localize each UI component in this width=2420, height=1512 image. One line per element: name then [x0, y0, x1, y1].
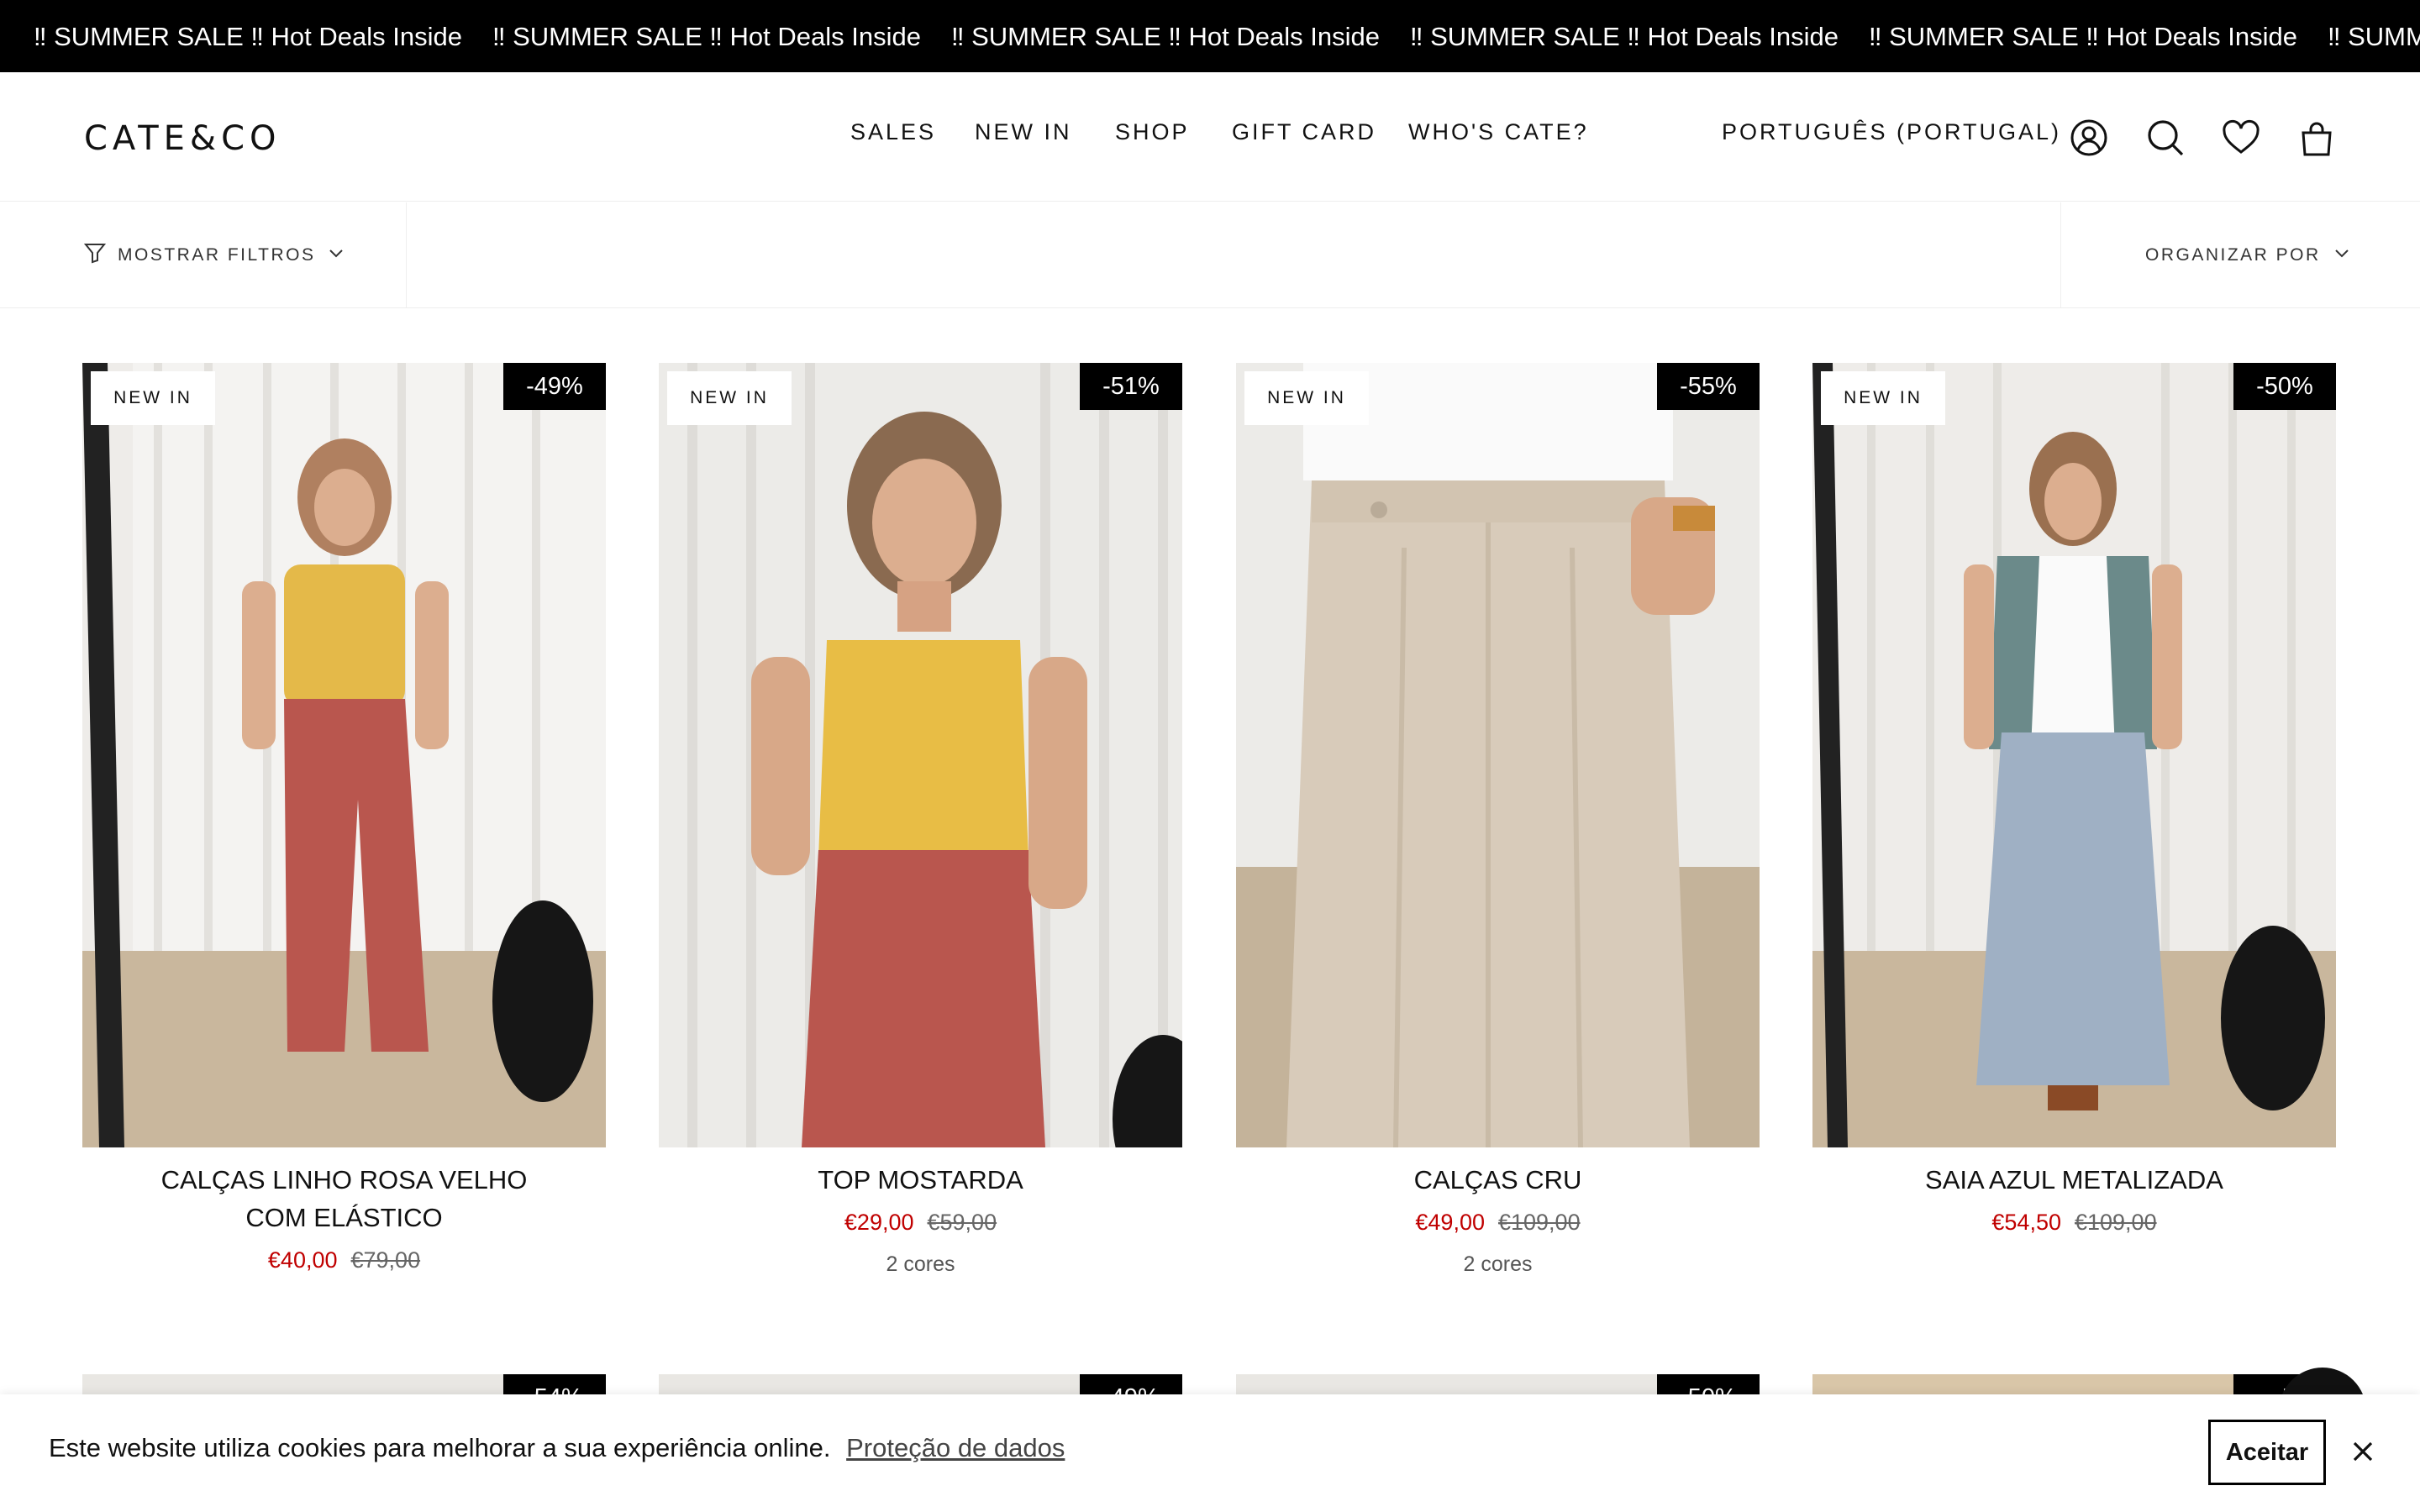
- product-prices: €49,00 €109,00: [1236, 1205, 1760, 1239]
- search-icon[interactable]: [2145, 118, 2186, 158]
- privacy-link[interactable]: Proteção de dados: [846, 1433, 1065, 1462]
- product-title[interactable]: CALÇAS LINHO ROSA VELHO COM ELÁSTICO: [82, 1161, 606, 1236]
- bag-icon[interactable]: [2296, 118, 2337, 158]
- cookie-message: Este website utiliza cookies para melhor…: [49, 1433, 1065, 1463]
- product-image[interactable]: NEW IN -51%: [659, 363, 1182, 1147]
- product-prices: €54,50 €109,00: [1812, 1205, 2336, 1239]
- chevron-down-icon: [327, 244, 345, 267]
- language-selector[interactable]: PORTUGUÊS (PORTUGAL): [1722, 119, 2061, 145]
- chevron-down-icon: [2333, 244, 2351, 267]
- announcement-item: ‼ SUMMER SALE ‼ Hot Deals Inside: [34, 22, 462, 51]
- sort-by-label: ORGANIZAR POR: [2145, 245, 2321, 265]
- new-in-badge: NEW IN: [667, 371, 792, 425]
- show-filters-button[interactable]: MOSTRAR FILTROS: [83, 241, 345, 270]
- product-image[interactable]: NEW IN -55%: [1236, 363, 1760, 1147]
- original-price: €109,00: [1497, 1210, 1581, 1235]
- sale-price: €54,50: [1991, 1210, 2061, 1235]
- nav-sales[interactable]: SALES: [850, 119, 936, 145]
- announcement-item: ‼ SUMMER SALE ‼ Hot Deals Inside: [1869, 22, 2297, 51]
- discount-badge: -50%: [2233, 363, 2336, 410]
- filter-section: MOSTRAR FILTROS: [0, 202, 407, 308]
- product-info: TOP MOSTARDA €29,00 €59,00 2 cores: [659, 1161, 1182, 1277]
- original-price: €109,00: [2074, 1210, 2157, 1235]
- nav-whos-cate[interactable]: WHO'S CATE?: [1408, 119, 1589, 145]
- discount-badge: -55%: [1657, 363, 1760, 410]
- close-icon[interactable]: [2348, 1436, 2378, 1467]
- original-price: €59,00: [927, 1210, 997, 1235]
- sale-price: €29,00: [844, 1210, 914, 1235]
- site-header: CATE&CO SALES NEW IN SHOP GIFT CARD WHO'…: [0, 72, 2420, 202]
- product-title[interactable]: TOP MOSTARDA: [659, 1161, 1182, 1199]
- product-info: CALÇAS LINHO ROSA VELHO COM ELÁSTICO €40…: [82, 1161, 606, 1277]
- filter-icon: [83, 242, 107, 269]
- sort-by-button[interactable]: ORGANIZAR POR: [2145, 241, 2351, 270]
- original-price: €79,00: [350, 1247, 421, 1273]
- color-count: 2 cores: [1463, 1252, 1533, 1276]
- nav-shop[interactable]: SHOP: [1115, 119, 1190, 145]
- announcement-item: ‼ SUMM: [2328, 22, 2420, 51]
- product-prices: €40,00 €79,00: [82, 1243, 606, 1277]
- color-count: 2 cores: [886, 1252, 955, 1276]
- announcement-bar: ‼ SUMMER SALE ‼ Hot Deals Inside ‼ SUMME…: [0, 0, 2420, 72]
- heart-icon[interactable]: [2221, 118, 2261, 158]
- show-filters-label: MOSTRAR FILTROS: [118, 245, 316, 265]
- new-in-badge: NEW IN: [1244, 371, 1369, 425]
- nav-new-in[interactable]: NEW IN: [975, 119, 1072, 145]
- filter-bar: MOSTRAR FILTROS ORGANIZAR POR: [0, 202, 2420, 308]
- product-title[interactable]: CALÇAS CRU: [1236, 1161, 1760, 1199]
- product-prices: €29,00 €59,00: [659, 1205, 1182, 1239]
- accept-cookies-button[interactable]: Aceitar: [2208, 1420, 2326, 1485]
- announcement-item: ‼ SUMMER SALE ‼ Hot Deals Inside: [1410, 22, 1839, 51]
- product-image[interactable]: NEW IN -50%: [1812, 363, 2336, 1147]
- sale-price: €49,00: [1415, 1210, 1485, 1235]
- sale-price: €40,00: [267, 1247, 338, 1273]
- product-title[interactable]: SAIA AZUL METALIZADA: [1812, 1161, 2336, 1199]
- sort-section: ORGANIZAR POR: [2060, 202, 2420, 308]
- product-info: CALÇAS CRU €49,00 €109,00 2 cores: [1236, 1161, 1760, 1277]
- account-icon[interactable]: [2069, 118, 2109, 158]
- announcement-item: ‼ SUMMER SALE ‼ Hot Deals Inside: [492, 22, 921, 51]
- cookie-text: Este website utiliza cookies para melhor…: [49, 1433, 831, 1462]
- discount-badge: -51%: [1080, 363, 1182, 410]
- announcement-item: ‼ SUMMER SALE ‼ Hot Deals Inside: [951, 22, 1380, 51]
- product-info: SAIA AZUL METALIZADA €54,50 €109,00: [1812, 1161, 2336, 1239]
- nav-gift-card[interactable]: GIFT CARD: [1232, 119, 1376, 145]
- discount-badge: -49%: [503, 363, 606, 410]
- cookie-banner: Este website utiliza cookies para melhor…: [0, 1394, 2420, 1512]
- new-in-badge: NEW IN: [91, 371, 215, 425]
- product-image[interactable]: NEW IN -49%: [82, 363, 606, 1147]
- new-in-badge: NEW IN: [1821, 371, 1945, 425]
